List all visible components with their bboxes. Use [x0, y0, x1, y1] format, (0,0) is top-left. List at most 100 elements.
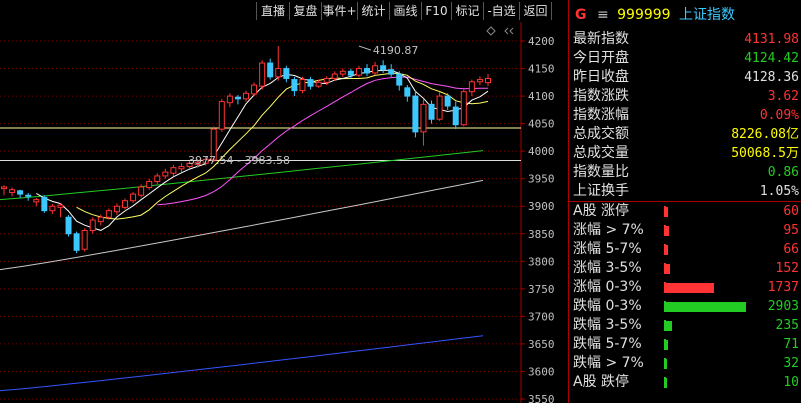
stock-code: 999999	[617, 7, 671, 23]
candle-body	[251, 84, 258, 95]
candle-body	[307, 79, 314, 87]
breadth-row: 涨幅 3-5% 152	[569, 259, 801, 278]
breadth-label: 跌幅 0-3%	[573, 298, 642, 314]
toolbar-button[interactable]: 统计	[358, 2, 390, 20]
quote-table: 最新指数 4131.98 今日开盘 4124.42 昨日收盘 4128.36 指数涨跌 3.6…	[569, 30, 801, 201]
quote-row: 指数量比 0.86	[569, 163, 801, 182]
candle-body	[267, 62, 274, 78]
candle-body	[436, 95, 443, 120]
candle-body	[162, 171, 169, 177]
quote-label: 指数量比	[573, 164, 629, 180]
quote-value: 1.05%	[759, 184, 799, 199]
toolbar-button[interactable]: 标记	[452, 2, 484, 20]
candle-body	[315, 81, 322, 87]
y-tick-label: 3650	[528, 338, 555, 351]
candle-body	[363, 68, 371, 74]
candle-body	[476, 79, 483, 83]
quote-row: 最新指数 4131.98	[569, 30, 801, 49]
candle-body	[428, 103, 435, 120]
quote-row: 总成交额 8226.08亿	[569, 125, 801, 144]
breadth-label: 跌幅 3-5%	[573, 317, 642, 333]
annotation-label: 3977.54 - 3983.58	[188, 154, 290, 167]
y-tick-label: 4100	[528, 90, 555, 103]
quote-label: 昨日收盘	[573, 69, 629, 85]
y-tick-label: 3550	[528, 393, 555, 403]
candle-body	[41, 196, 48, 212]
candle-body	[291, 79, 298, 92]
quote-label: 上证换手	[573, 183, 629, 199]
breadth-row: 涨幅 > 7% 95	[569, 221, 801, 240]
y-tick-label: 4050	[528, 118, 555, 131]
breadth-row: A股 涨停 60	[569, 202, 801, 221]
breadth-bar	[666, 302, 746, 312]
toolbar-button[interactable]: 直播	[256, 2, 290, 20]
quote-value: 4128.36	[744, 70, 799, 85]
diamond-icon[interactable]	[486, 26, 496, 36]
quote-label: 总成交额	[573, 126, 629, 142]
y-tick-label: 3800	[528, 255, 555, 268]
annotation-label: 4190.87	[373, 44, 419, 57]
toolbar-button[interactable]: F10	[422, 2, 452, 20]
y-tick-label: 3700	[528, 310, 555, 323]
quote-value: 0.09%	[759, 108, 799, 123]
chevron-left-icon[interactable]	[504, 27, 514, 35]
candle-body	[234, 96, 241, 100]
breadth-value: 60	[783, 204, 799, 219]
candle-body	[178, 166, 185, 170]
candle-body	[460, 91, 467, 126]
menu-icon[interactable]: ≡	[597, 7, 609, 23]
candle-body	[57, 204, 64, 208]
kline-chart[interactable]: 4200 4150 4100 4050 4000 3950 3900 3850 3800 3750…	[0, 22, 568, 403]
y-tick-label: 3750	[528, 283, 555, 296]
quote-row: 总成交量 50068.5万	[569, 144, 801, 163]
breadth-value: 1737	[767, 280, 799, 295]
candle-body	[9, 189, 16, 193]
candle-body	[170, 167, 177, 174]
breadth-label: 涨幅 3-5%	[573, 260, 642, 276]
candle-body	[259, 62, 266, 87]
toolbar-button[interactable]: 画线	[390, 2, 422, 20]
candle-body	[0, 186, 8, 190]
breadth-row: 涨幅 0-3% 1737	[569, 278, 801, 297]
toolbar-button[interactable]: 复盘	[290, 2, 322, 20]
breadth-value: 95	[783, 223, 799, 238]
quote-label: 指数涨幅	[573, 107, 629, 123]
candle-body	[412, 95, 419, 133]
quote-value: 3.62	[767, 89, 799, 104]
toolbar-button[interactable]: 事件+	[322, 2, 358, 20]
candle-body	[404, 87, 411, 97]
breadth-bar	[666, 264, 670, 274]
toolbar: 直播 复盘 事件+ 统计 画线 F10 标记 -自选 返回	[0, 0, 568, 22]
candle-body	[444, 95, 451, 107]
breadth-value: 71	[783, 337, 799, 352]
breadth-bar	[666, 245, 668, 255]
breadth-label: 涨幅 > 7%	[573, 222, 644, 238]
candle-body	[146, 180, 153, 189]
candle-body	[25, 194, 32, 197]
candle-body	[226, 95, 233, 104]
quote-label: 最新指数	[573, 31, 629, 47]
candle-body	[242, 92, 250, 100]
y-tick-label: 3600	[528, 365, 555, 378]
quote-row: 今日开盘 4124.42	[569, 49, 801, 68]
quote-panel: G ≡ 999999 上证指数 最新指数 4131.98 今日开盘 4124.42 昨日…	[568, 0, 801, 403]
breadth-value: 66	[783, 242, 799, 257]
breadth-row: 跌幅 5-7% 71	[569, 335, 801, 354]
y-tick-label: 4150	[528, 63, 555, 76]
candle-body	[33, 199, 40, 203]
quote-value: 8226.08亿	[731, 127, 799, 142]
candle-body	[121, 200, 129, 208]
breadth-value: 235	[775, 318, 799, 333]
g-icon[interactable]: G	[575, 7, 587, 23]
candle-body	[138, 186, 145, 196]
quote-row: 指数涨幅 0.09%	[569, 106, 801, 125]
quote-row: 指数涨跌 3.62	[569, 87, 801, 106]
breadth-value: 10	[783, 375, 799, 390]
toolbar-button[interactable]: 返回	[520, 2, 552, 20]
breadth-row: 跌幅 > 7% 32	[569, 354, 801, 373]
y-tick-label: 4200	[528, 35, 555, 48]
breadth-label: A股 涨停	[573, 203, 630, 219]
toolbar-button[interactable]: -自选	[484, 2, 520, 20]
breadth-bar	[666, 283, 714, 293]
candle-body	[73, 233, 80, 251]
